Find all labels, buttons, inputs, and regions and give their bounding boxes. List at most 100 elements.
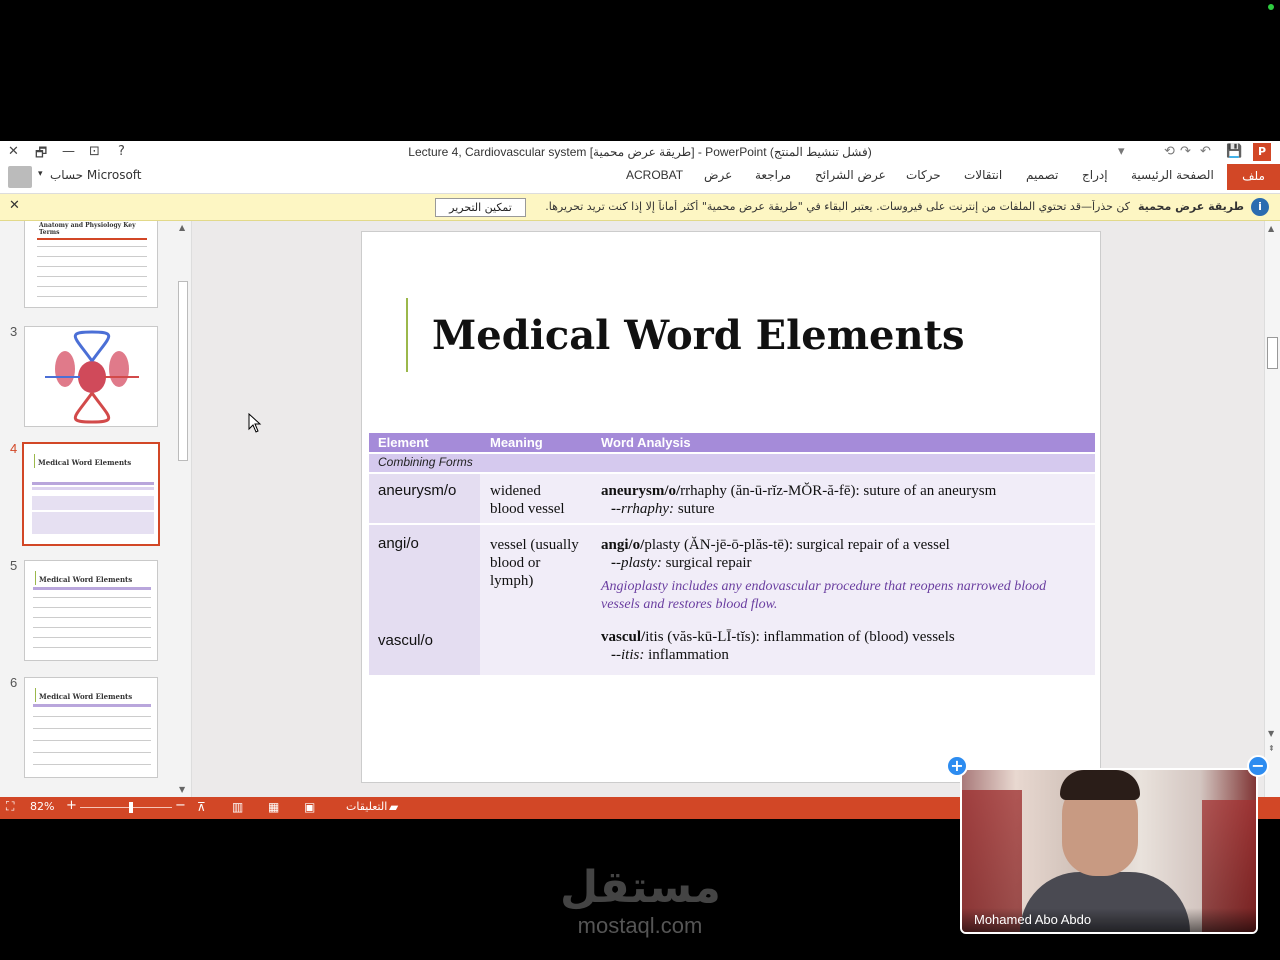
slide-thumbnail-2[interactable]: Anatomy and Physiology Key Terms bbox=[24, 221, 158, 308]
save-icon[interactable]: 💾 bbox=[1226, 144, 1242, 159]
analysis-term: vascul/ bbox=[601, 629, 646, 645]
account-caret-icon[interactable]: ▾ bbox=[38, 169, 43, 179]
remove-icon[interactable]: − bbox=[1247, 755, 1269, 777]
previous-slide-icon[interactable]: ⇞ bbox=[1268, 744, 1275, 753]
thumbnail-accent bbox=[35, 571, 36, 585]
enable-editing-button[interactable]: تمكين التحرير bbox=[435, 198, 526, 217]
tab-review[interactable]: مراجعة bbox=[755, 168, 791, 182]
analysis-term: aneurysm/o/ bbox=[601, 483, 681, 499]
tab-design[interactable]: تصميم bbox=[1026, 168, 1058, 182]
suffix-line: --rrhaphy: suture bbox=[611, 501, 715, 517]
undo-icon[interactable]: ↶ bbox=[1200, 144, 1211, 159]
protected-view-title: طريقة عرض محمية bbox=[1138, 200, 1245, 213]
protected-view-message: كن حذراً—قد تحتوي الملفات من إنترنت على … bbox=[546, 200, 1130, 213]
zoom-out-icon[interactable]: − bbox=[175, 798, 186, 813]
suffix-line: --itis: inflammation bbox=[611, 647, 729, 663]
tab-transitions[interactable]: انتقالات bbox=[964, 168, 1002, 182]
table-row: aneurysm/o widened blood vessel aneurysm… bbox=[369, 474, 1095, 523]
slide-scrollbar[interactable]: ▲ ▼ ⇞ bbox=[1264, 221, 1280, 797]
suffix-line: --plasty: surgical repair bbox=[611, 555, 752, 571]
watermark-logo: مستقل bbox=[560, 862, 721, 913]
tab-animations[interactable]: حركات bbox=[906, 168, 941, 182]
normal-view-icon[interactable]: ▣ bbox=[304, 800, 315, 814]
analysis-definition: plasty (ĂN-jē-ō-plăs-tē): surgical repai… bbox=[644, 537, 950, 553]
tab-insert[interactable]: إدراج bbox=[1082, 168, 1108, 182]
zoom-level[interactable]: 82% bbox=[30, 800, 54, 813]
slide-thumbnails-pane: Anatomy and Physiology Key Terms 3 4 Med… bbox=[0, 221, 192, 797]
column-header: Word Analysis bbox=[601, 435, 691, 450]
thumbnail-line bbox=[33, 607, 151, 608]
slide-number: 3 bbox=[10, 324, 18, 339]
thumbnail-line bbox=[33, 716, 151, 717]
screen-top-border bbox=[0, 0, 1280, 141]
element-text: aneurysm/o bbox=[378, 482, 457, 499]
column-header: Element bbox=[378, 435, 429, 450]
scrollbar-thumb[interactable] bbox=[178, 281, 188, 461]
customize-quick-access-icon[interactable]: ▾ bbox=[1118, 144, 1125, 159]
tab-file[interactable]: ملف bbox=[1227, 164, 1280, 190]
ribbon-tabs: ▾ حساب Microsoft ملف الصفحة الرئيسية إدر… bbox=[0, 164, 1280, 194]
slide-thumbnail-6[interactable]: Medical Word Elements bbox=[24, 677, 158, 778]
analysis-line: angi/o/plasty (ĂN-jē-ō-plăs-tē): surgica… bbox=[601, 536, 950, 554]
recording-indicator-icon bbox=[1268, 4, 1274, 10]
tab-home[interactable]: الصفحة الرئيسية bbox=[1131, 168, 1214, 182]
watermark-url: mostaql.com bbox=[577, 913, 703, 938]
add-icon[interactable]: + bbox=[946, 755, 968, 777]
slide-thumbnail-5[interactable]: Medical Word Elements bbox=[24, 560, 158, 661]
suffix-term: -plasty: bbox=[616, 555, 662, 571]
thumbnail-title: Medical Word Elements bbox=[39, 692, 133, 701]
powerpoint-logo-icon: P bbox=[1253, 143, 1271, 161]
slide-thumbnail-3[interactable] bbox=[24, 326, 158, 427]
slide-sorter-icon[interactable]: ▦ bbox=[268, 800, 279, 814]
start-from-beginning-icon[interactable]: ⟲ bbox=[1164, 144, 1175, 159]
thumbnail-line bbox=[33, 728, 151, 729]
thumbnail-line bbox=[33, 617, 151, 618]
thumbnail-accent bbox=[35, 688, 36, 702]
element-text: angi/o bbox=[378, 535, 419, 552]
tab-view[interactable]: عرض bbox=[704, 168, 732, 182]
redo-icon[interactable]: ↷ bbox=[1180, 144, 1191, 159]
thumbnail-line bbox=[33, 637, 151, 638]
zoom-slider-handle[interactable] bbox=[128, 802, 133, 813]
scroll-down-icon[interactable]: ▼ bbox=[179, 785, 185, 794]
thumbnail-title: Medical Word Elements bbox=[39, 575, 133, 584]
thumbnail-line bbox=[33, 752, 151, 753]
tab-slideshow[interactable]: عرض الشرائح bbox=[815, 168, 886, 182]
circulation-diagram-icon bbox=[45, 330, 139, 424]
thumbnail-section-bar bbox=[32, 487, 154, 490]
scrollbar-thumb[interactable] bbox=[1267, 337, 1278, 369]
fit-to-window-icon[interactable]: ⛶ bbox=[6, 799, 14, 814]
thumbnails-scrollbar[interactable]: ▲ ▼ bbox=[176, 221, 190, 797]
mouse-cursor-icon bbox=[248, 413, 262, 433]
comments-button[interactable]: التعليقات bbox=[346, 800, 387, 813]
reading-view-icon[interactable]: ▥ bbox=[232, 800, 243, 814]
thumbnail-line bbox=[32, 512, 154, 534]
participant-name: Mohamed Abo Abdo bbox=[974, 912, 1092, 927]
close-icon[interactable]: ✕ bbox=[9, 198, 20, 213]
scroll-up-icon[interactable]: ▲ bbox=[1268, 224, 1274, 233]
participant-hair bbox=[1060, 770, 1140, 800]
tab-acrobat[interactable]: ACROBAT bbox=[626, 168, 683, 182]
meaning-text: blood or bbox=[490, 555, 541, 571]
account-avatar[interactable] bbox=[8, 166, 32, 188]
zoom-in-icon[interactable]: + bbox=[66, 798, 77, 813]
account-label[interactable]: حساب Microsoft bbox=[50, 168, 142, 182]
scroll-down-icon[interactable]: ▼ bbox=[1268, 729, 1274, 738]
slide-number: 4 bbox=[10, 441, 18, 456]
thumbnail-line bbox=[33, 647, 151, 648]
thumbnail-line bbox=[33, 764, 151, 765]
slideshow-view-icon[interactable]: ⊼ bbox=[197, 800, 206, 814]
slide-canvas[interactable]: Medical Word Elements Element Meaning Wo… bbox=[361, 231, 1101, 783]
meaning-text: widened bbox=[490, 483, 541, 499]
zoom-slider[interactable] bbox=[80, 807, 172, 808]
scroll-up-icon[interactable]: ▲ bbox=[179, 223, 185, 232]
suffix-meaning: inflammation bbox=[644, 647, 729, 663]
meaning-text: blood vessel bbox=[490, 501, 565, 517]
video-call-tile[interactable]: Mohamed Abo Abdo bbox=[960, 768, 1258, 934]
clinical-note: vessels and restores blood flow. bbox=[601, 597, 778, 612]
comment-icon[interactable]: ▰ bbox=[389, 800, 398, 814]
slide-thumbnail-4[interactable]: Medical Word Elements bbox=[22, 442, 160, 546]
section-row: Combining Forms bbox=[369, 454, 1095, 472]
thumbnail-line bbox=[32, 496, 154, 510]
table-header-row: Element Meaning Word Analysis bbox=[369, 433, 1095, 452]
